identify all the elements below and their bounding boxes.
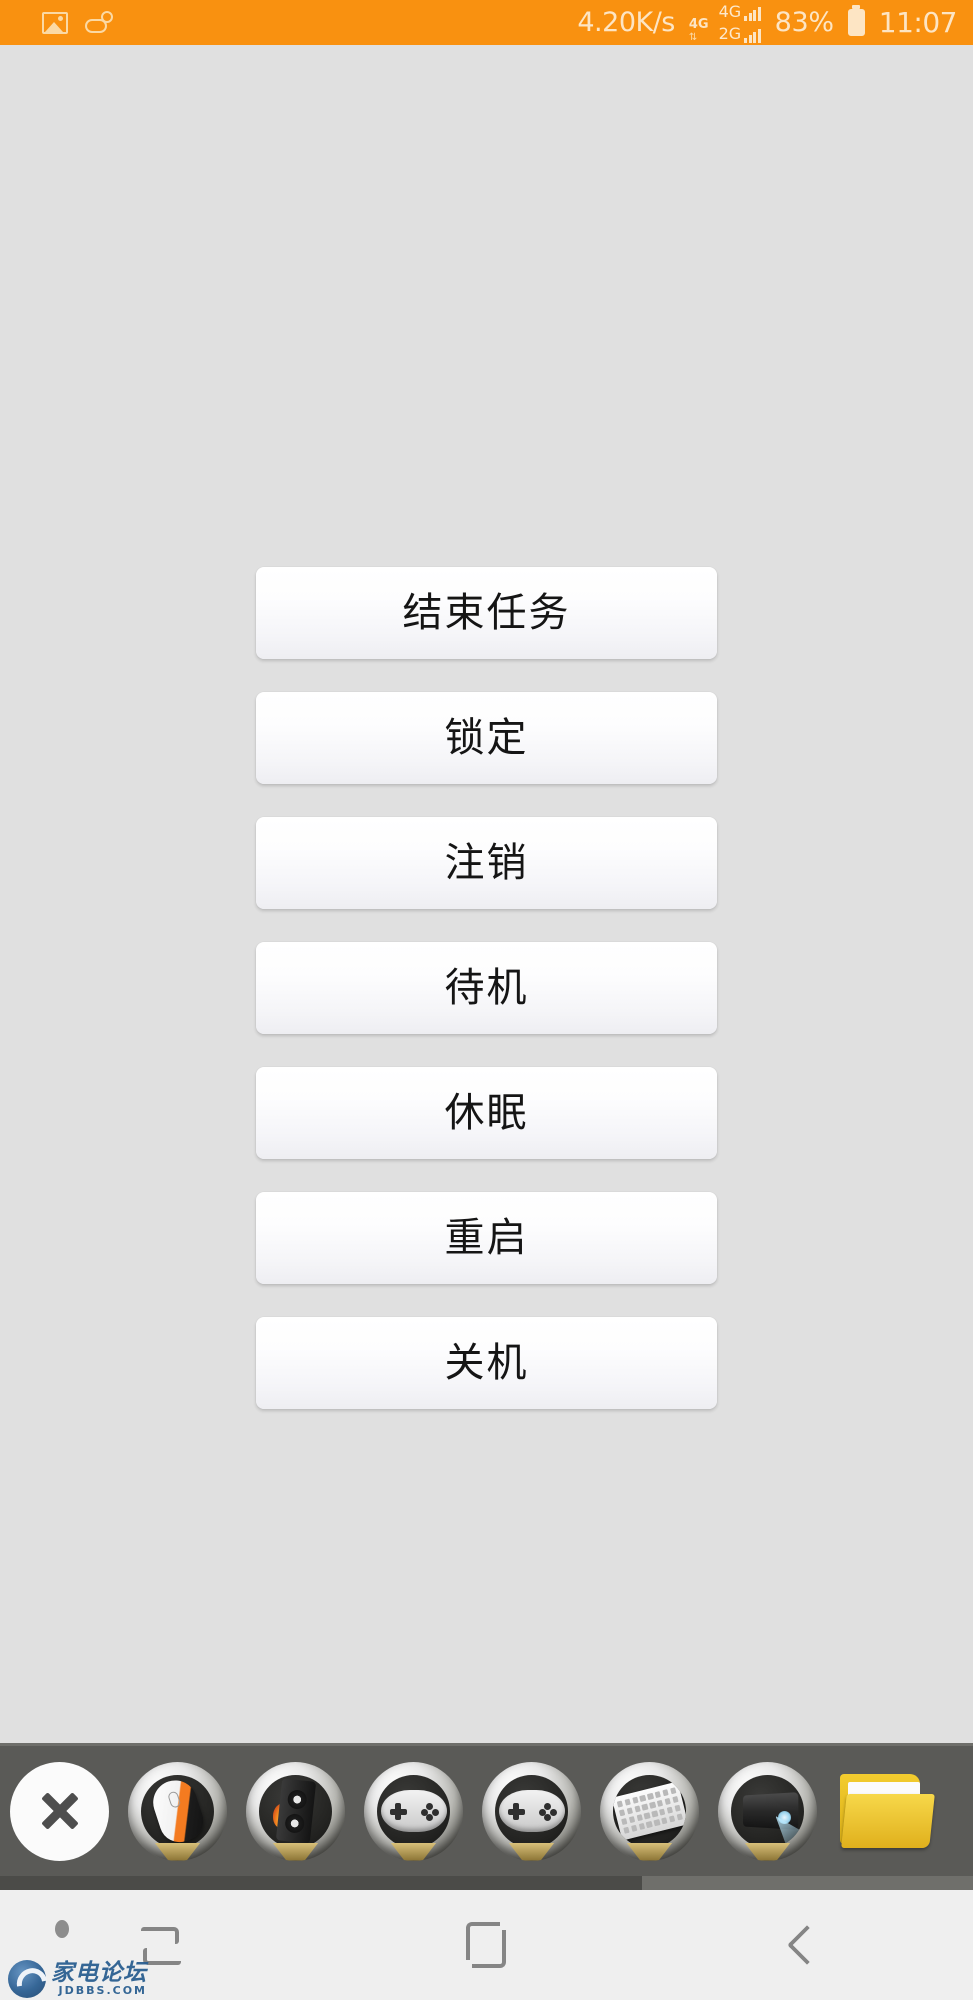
jdbbs-logo-icon: [8, 1960, 46, 1998]
dock-scrollbar-thumb[interactable]: [0, 1876, 643, 1890]
signal-indicators: 4G ⇅ 4G 2G: [689, 2, 761, 43]
speaker-icon-glyph: [275, 1778, 316, 1844]
keyboard-icon-inner: [613, 1774, 686, 1848]
dock-item-strip[interactable]: [0, 1746, 973, 1876]
keyboard-icon[interactable]: [600, 1761, 699, 1861]
mouse-icon-inner: [141, 1774, 214, 1848]
recents-icon: [141, 1925, 183, 1965]
icon-gold-accent: [626, 1842, 673, 1861]
battery-percent-text: 83%: [774, 7, 834, 38]
signal-primary-block: 4G ⇅: [689, 18, 709, 43]
icon-gold-accent: [744, 1842, 791, 1861]
signal-bars-top-icon: [744, 5, 761, 21]
photo-icon: [42, 11, 68, 34]
standby-button-label: 待机: [444, 965, 529, 1011]
data-arrows-icon: ⇅: [688, 32, 699, 43]
mouse-icon-glyph: [146, 1774, 209, 1848]
gamepad-icon-inner: [377, 1774, 450, 1848]
network-speed-text: 4.20K/s: [577, 7, 675, 38]
signal-secondary-block: 4G 2G: [719, 2, 761, 43]
lock-button[interactable]: 锁定: [256, 692, 717, 784]
back-arrow-icon: [787, 1923, 831, 1967]
restart-button[interactable]: 重启: [256, 1192, 717, 1284]
watermark-english-text: JDBBS.COM: [58, 1984, 147, 1997]
close-icon-glyph: [38, 1789, 82, 1833]
speaker-icon-inner: [259, 1774, 332, 1848]
logoff-button[interactable]: 注销: [256, 817, 717, 909]
icon-gold-accent: [508, 1842, 555, 1861]
main-content: 结束任务 锁定 注销 待机 休眠 重启 关机: [0, 45, 973, 1743]
projector-icon[interactable]: [718, 1761, 817, 1861]
icon-gold-accent: [154, 1842, 201, 1861]
restart-button-label: 重启: [444, 1215, 529, 1261]
status-bar-left-icons: [42, 10, 114, 35]
mouse-icon[interactable]: [128, 1761, 227, 1861]
gamepad-icon-2-glyph: [498, 1790, 565, 1832]
shutdown-button[interactable]: 关机: [256, 1317, 717, 1409]
shutdown-button-label: 关机: [444, 1340, 529, 1386]
end-task-button-label: 结束任务: [402, 590, 571, 636]
nav-indicator-dot: [55, 1920, 69, 1938]
home-icon: [466, 1922, 507, 1968]
logoff-button-label: 注销: [444, 840, 529, 886]
projector-icon-glyph: [740, 1792, 804, 1844]
phone-screenshot: 4.20K/s 4G ⇅ 4G 2G 83% 11:07 结束任务 锁定 注销 …: [0, 0, 973, 2000]
weather-icon: [84, 10, 114, 35]
weather-cloud-part: [85, 18, 107, 33]
gamepad-icon-2-inner: [495, 1774, 568, 1848]
forum-watermark: 家电论坛 JDBBS.COM: [8, 1960, 147, 1998]
projector-icon-inner: [731, 1774, 804, 1848]
gamepad-icon[interactable]: [364, 1761, 463, 1861]
lock-button-label: 锁定: [444, 715, 529, 761]
speaker-icon[interactable]: [246, 1761, 345, 1861]
status-bar-right-group: 4.20K/s 4G ⇅ 4G 2G 83% 11:07: [577, 2, 958, 43]
folder-icon-glyph: [840, 1773, 935, 1848]
folder-icon[interactable]: [836, 1762, 935, 1861]
watermark-text-group: 家电论坛 JDBBS.COM: [51, 1960, 147, 1997]
gamepad-icon-2[interactable]: [482, 1761, 581, 1861]
signal-primary-label: 4G: [688, 17, 709, 32]
dock-horizontal-scrollbar[interactable]: [0, 1876, 973, 1890]
signal-secondary-top-label: 4G: [718, 2, 742, 21]
clock-text: 11:07: [878, 6, 958, 39]
hibernate-button-label: 休眠: [444, 1090, 529, 1136]
signal-row-bottom: 2G: [719, 24, 761, 43]
signal-secondary-bottom-label: 2G: [718, 24, 742, 43]
hibernate-button[interactable]: 休眠: [256, 1067, 717, 1159]
signal-bars-bottom-icon: [744, 27, 761, 43]
close-icon[interactable]: [10, 1761, 109, 1861]
bottom-dock: [0, 1743, 973, 1890]
power-command-list: 结束任务 锁定 注销 待机 休眠 重启 关机: [0, 567, 973, 1409]
icon-gold-accent: [272, 1842, 319, 1861]
signal-row-top: 4G: [719, 2, 761, 21]
android-navigation-bar: 家电论坛 JDBBS.COM: [0, 1890, 973, 2000]
status-bar: 4.20K/s 4G ⇅ 4G 2G 83% 11:07: [0, 0, 973, 45]
battery-icon: [847, 9, 865, 36]
home-button[interactable]: [324, 1890, 648, 2000]
watermark-chinese-text: 家电论坛: [51, 1960, 147, 1986]
icon-gold-accent: [390, 1842, 437, 1861]
standby-button[interactable]: 待机: [256, 942, 717, 1034]
keyboard-icon-glyph: [613, 1781, 686, 1841]
back-button[interactable]: [649, 1890, 973, 2000]
end-task-button[interactable]: 结束任务: [256, 567, 717, 659]
gamepad-icon-glyph: [380, 1790, 447, 1832]
